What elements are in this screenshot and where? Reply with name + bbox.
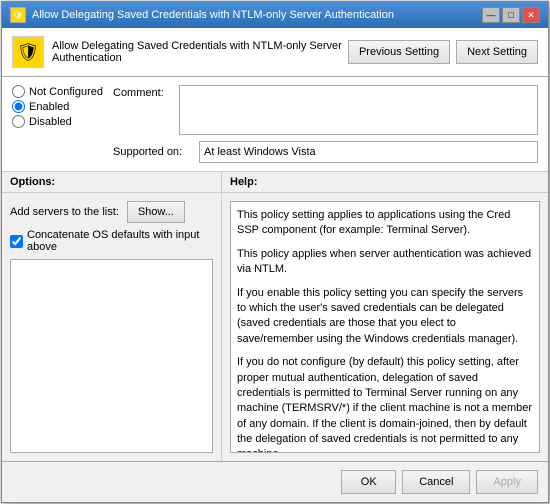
disabled-radio[interactable]	[12, 115, 25, 128]
add-servers-label: Add servers to the list:	[10, 206, 119, 218]
not-configured-radio[interactable]	[12, 85, 25, 98]
ok-button[interactable]: OK	[341, 470, 396, 494]
header-section: 🛡 Allow Delegating Saved Credentials wit…	[2, 28, 548, 77]
comment-row: Comment:	[113, 85, 538, 135]
concatenate-row: Concatenate OS defaults with input above	[10, 229, 213, 253]
enabled-label: Enabled	[29, 101, 69, 113]
next-setting-button[interactable]: Next Setting	[456, 40, 538, 64]
maximize-button[interactable]: □	[502, 7, 520, 23]
options-section-label: Options:	[2, 172, 222, 192]
title-controls: — □ ✕	[482, 7, 540, 23]
window-title: Allow Delegating Saved Credentials with …	[32, 9, 394, 21]
header-buttons: Previous Setting Next Setting	[348, 40, 538, 64]
comment-section: Comment: Supported on: At least Windows …	[113, 85, 538, 163]
header-title-row: 🛡 Allow Delegating Saved Credentials wit…	[12, 36, 348, 68]
show-button[interactable]: Show...	[127, 201, 185, 223]
minimize-button[interactable]: —	[482, 7, 500, 23]
close-button[interactable]: ✕	[522, 7, 540, 23]
add-servers-row: Add servers to the list: Show...	[10, 201, 213, 223]
enabled-radio[interactable]	[12, 100, 25, 113]
comment-textarea[interactable]	[179, 85, 538, 135]
section-labels-row: Options: Help:	[2, 172, 548, 193]
radio-disabled: Disabled	[12, 115, 103, 128]
help-para-1: This policy setting applies to applicati…	[237, 208, 533, 239]
bottom-section: Add servers to the list: Show... Concate…	[2, 193, 548, 461]
right-panel: This policy setting applies to applicati…	[222, 193, 548, 461]
radio-group: Not Configured Enabled Disabled	[12, 85, 103, 157]
concatenate-checkbox[interactable]	[10, 235, 23, 248]
comment-label: Comment:	[113, 87, 173, 99]
previous-setting-button[interactable]: Previous Setting	[348, 40, 450, 64]
not-configured-label: Not Configured	[29, 86, 103, 98]
middle-section: Not Configured Enabled Disabled Comment:	[2, 77, 548, 172]
supported-on-label: Supported on:	[113, 146, 193, 158]
help-para-4: If you do not configure (by default) thi…	[237, 355, 533, 453]
cancel-button[interactable]: Cancel	[402, 470, 470, 494]
servers-list-box[interactable]	[10, 259, 213, 453]
left-panel: Add servers to the list: Show... Concate…	[2, 193, 222, 461]
help-text-area[interactable]: This policy setting applies to applicati…	[230, 201, 540, 453]
concatenate-label: Concatenate OS defaults with input above	[27, 229, 213, 253]
supported-row: Supported on: At least Windows Vista	[113, 141, 538, 163]
footer: OK Cancel Apply	[2, 461, 548, 502]
main-window: 🛡 Allow Delegating Saved Credentials wit…	[1, 1, 549, 503]
header-icon: 🛡	[12, 36, 44, 68]
radio-not-configured: Not Configured	[12, 85, 103, 98]
help-para-3: If you enable this policy setting you ca…	[237, 286, 533, 348]
window-icon: 🛡	[10, 7, 26, 23]
header-title: Allow Delegating Saved Credentials with …	[52, 40, 348, 64]
title-bar-left: 🛡 Allow Delegating Saved Credentials wit…	[10, 7, 394, 23]
title-bar: 🛡 Allow Delegating Saved Credentials wit…	[2, 2, 548, 28]
disabled-label: Disabled	[29, 116, 72, 128]
help-para-2: This policy applies when server authenti…	[237, 247, 533, 278]
help-section-label: Help:	[222, 172, 548, 192]
radio-enabled: Enabled	[12, 100, 103, 113]
supported-on-value: At least Windows Vista	[199, 141, 538, 163]
apply-button[interactable]: Apply	[476, 470, 538, 494]
